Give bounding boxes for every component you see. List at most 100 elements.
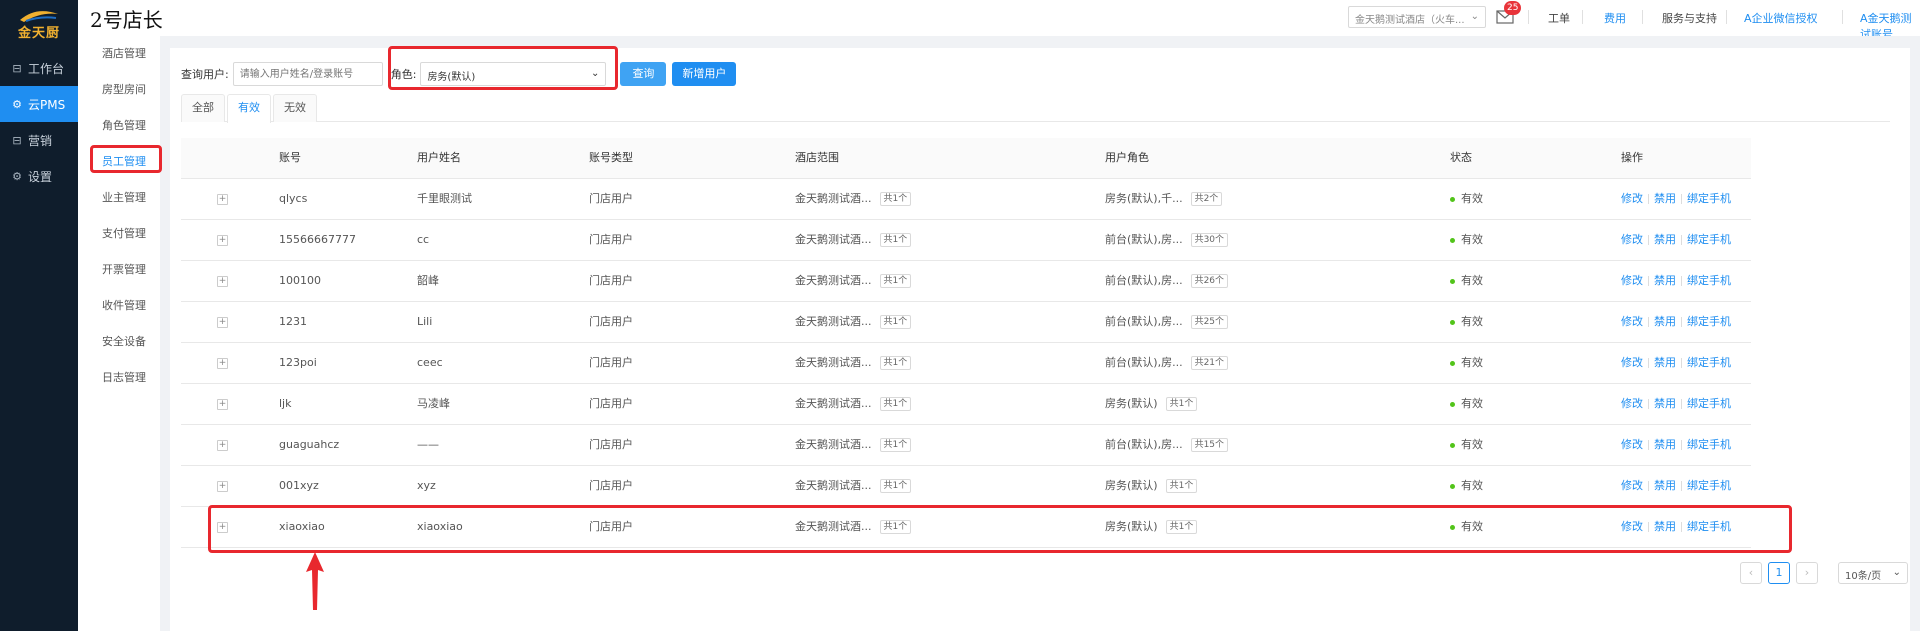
account-cell: qlycs [279, 192, 308, 205]
edit-link[interactable]: 修改 [1621, 397, 1643, 410]
role-count-tag[interactable]: 共1个 [1165, 479, 1198, 493]
hotel-select[interactable]: 金天鹅测试酒店（火车... ⌄ [1348, 6, 1486, 28]
table-row: + ljk 马凌峰 门店用户 金天鹅测试酒... 共1个 房务(默认) 共1个 有效 修改 禁用 绑定… [181, 384, 1751, 425]
expand-row-icon[interactable]: + [217, 399, 228, 410]
account-type-cell: 门店用户 [589, 438, 633, 451]
submenu-item-owners[interactable]: 业主管理 [78, 180, 160, 216]
submenu-item-invoice[interactable]: 开票管理 [78, 252, 160, 288]
submenu-item-hotel[interactable]: 酒店管理 [78, 36, 160, 72]
disable-link[interactable]: 禁用 [1654, 315, 1676, 328]
column-header: 账号类型 [589, 151, 633, 164]
wechat-auth-link[interactable]: A企业微信授权 [1744, 10, 1818, 26]
hotel-count-tag[interactable]: 共1个 [879, 192, 912, 206]
bind-phone-link[interactable]: 绑定手机 [1687, 397, 1731, 410]
bind-phone-link[interactable]: 绑定手机 [1687, 520, 1731, 533]
page-number[interactable]: 1 [1768, 562, 1790, 584]
bind-phone-link[interactable]: 绑定手机 [1687, 274, 1731, 287]
edit-link[interactable]: 修改 [1621, 233, 1643, 246]
query-button[interactable]: 查询 [620, 62, 667, 86]
add-user-button[interactable]: 新增用户 [672, 62, 737, 86]
divider [1648, 276, 1649, 286]
status-dot-icon [1450, 196, 1455, 202]
bind-phone-link[interactable]: 绑定手机 [1687, 315, 1731, 328]
submenu-item-payment[interactable]: 支付管理 [78, 216, 160, 252]
expand-row-icon[interactable]: + [217, 317, 228, 328]
disable-link[interactable]: 禁用 [1654, 520, 1676, 533]
disable-link[interactable]: 禁用 [1654, 192, 1676, 205]
hotel-count-tag[interactable]: 共1个 [879, 233, 912, 247]
nav-item-cloud-pms[interactable]: ⚙ 云PMS [0, 86, 78, 122]
staff-table: 账号 用户姓名 账号类型 酒店范围 用户角色 状态 操作 + qlycs 千里眼测试… [181, 138, 1751, 548]
edit-link[interactable]: 修改 [1621, 356, 1643, 369]
disable-link[interactable]: 禁用 [1654, 397, 1676, 410]
nav-item-settings[interactable]: ⚙ 设置 [0, 158, 78, 194]
role-count-tag[interactable]: 共25个 [1190, 315, 1229, 329]
status-cell: 有效 [1450, 261, 1483, 301]
status-dot-icon [1450, 524, 1455, 530]
submenu-item-mail[interactable]: 收件管理 [78, 288, 160, 324]
expand-row-icon[interactable]: + [217, 194, 228, 205]
submenu-item-roles[interactable]: 角色管理 [78, 108, 160, 144]
role-count-tag[interactable]: 共26个 [1190, 274, 1229, 288]
submenu-item-staff[interactable]: 员工管理 [78, 144, 160, 180]
edit-link[interactable]: 修改 [1621, 479, 1643, 492]
expand-row-icon[interactable]: + [217, 358, 228, 369]
divider [1681, 481, 1682, 491]
user-search-input[interactable] [232, 62, 383, 86]
status-tabs: 全部 有效 无效 [181, 94, 1890, 123]
next-page-button[interactable]: › [1796, 562, 1818, 584]
nav-item-marketing[interactable]: ⊟ 营销 [0, 122, 78, 158]
submenu-item-room-types[interactable]: 房型房间 [78, 72, 160, 108]
edit-link[interactable]: 修改 [1621, 192, 1643, 205]
disable-link[interactable]: 禁用 [1654, 274, 1676, 287]
disable-link[interactable]: 禁用 [1654, 479, 1676, 492]
hotel-count-tag[interactable]: 共1个 [879, 397, 912, 411]
role-count-tag[interactable]: 共2个 [1190, 192, 1223, 206]
role-select[interactable]: 房务(默认) ⌄ [420, 62, 607, 86]
nav-item-workbench[interactable]: ⊟ 工作台 [0, 50, 78, 86]
role-count-tag[interactable]: 共30个 [1190, 233, 1229, 247]
hotel-count-tag[interactable]: 共1个 [879, 438, 912, 452]
expand-row-icon[interactable]: + [217, 522, 228, 533]
edit-link[interactable]: 修改 [1621, 274, 1643, 287]
edit-link[interactable]: 修改 [1621, 520, 1643, 533]
disable-link[interactable]: 禁用 [1654, 233, 1676, 246]
expand-row-icon[interactable]: + [217, 276, 228, 287]
edit-link[interactable]: 修改 [1621, 438, 1643, 451]
bind-phone-link[interactable]: 绑定手机 [1687, 192, 1731, 205]
hotel-count-tag[interactable]: 共1个 [879, 520, 912, 534]
fees-link[interactable]: 费用 [1604, 10, 1626, 26]
role-count-tag[interactable]: 共1个 [1165, 520, 1198, 534]
role-count-tag[interactable]: 共1个 [1165, 397, 1198, 411]
bind-phone-link[interactable]: 绑定手机 [1687, 438, 1731, 451]
hotel-count-tag[interactable]: 共1个 [879, 274, 912, 288]
role-count-tag[interactable]: 共21个 [1190, 356, 1229, 370]
tab-valid[interactable]: 有效 [227, 94, 271, 123]
bind-phone-link[interactable]: 绑定手机 [1687, 479, 1731, 492]
expand-row-icon[interactable]: + [217, 235, 228, 246]
hotel-scope-cell: 金天鹅测试酒... 共1个 [795, 507, 912, 547]
expand-row-icon[interactable]: + [217, 440, 228, 451]
bind-phone-link[interactable]: 绑定手机 [1687, 233, 1731, 246]
submenu-item-logs[interactable]: 日志管理 [78, 360, 160, 396]
role-count-tag[interactable]: 共15个 [1190, 438, 1229, 452]
edit-link[interactable]: 修改 [1621, 315, 1643, 328]
expand-row-icon[interactable]: + [217, 481, 228, 492]
service-support-link[interactable]: 服务与支持 [1662, 10, 1717, 26]
disable-link[interactable]: 禁用 [1654, 438, 1676, 451]
role-filter-label: 角色: [390, 68, 417, 81]
hotel-count-tag[interactable]: 共1个 [879, 356, 912, 370]
hotel-count-tag[interactable]: 共1个 [879, 479, 912, 493]
brand-logo[interactable]: 金天厨 [0, 0, 78, 48]
submenu-item-security[interactable]: 安全设备 [78, 324, 160, 360]
prev-page-button[interactable]: ‹ [1740, 562, 1762, 584]
hotel-count-tag[interactable]: 共1个 [879, 315, 912, 329]
tab-all[interactable]: 全部 [181, 94, 225, 122]
page-size-select[interactable]: 10条/页 ⌄ [1838, 562, 1908, 584]
bind-phone-link[interactable]: 绑定手机 [1687, 356, 1731, 369]
disable-link[interactable]: 禁用 [1654, 356, 1676, 369]
work-order-link[interactable]: 工单 [1548, 10, 1570, 26]
name-cell: cc [417, 233, 430, 246]
tab-invalid[interactable]: 无效 [273, 94, 317, 122]
hotel-scope-text: 金天鹅测试酒... [795, 356, 872, 369]
